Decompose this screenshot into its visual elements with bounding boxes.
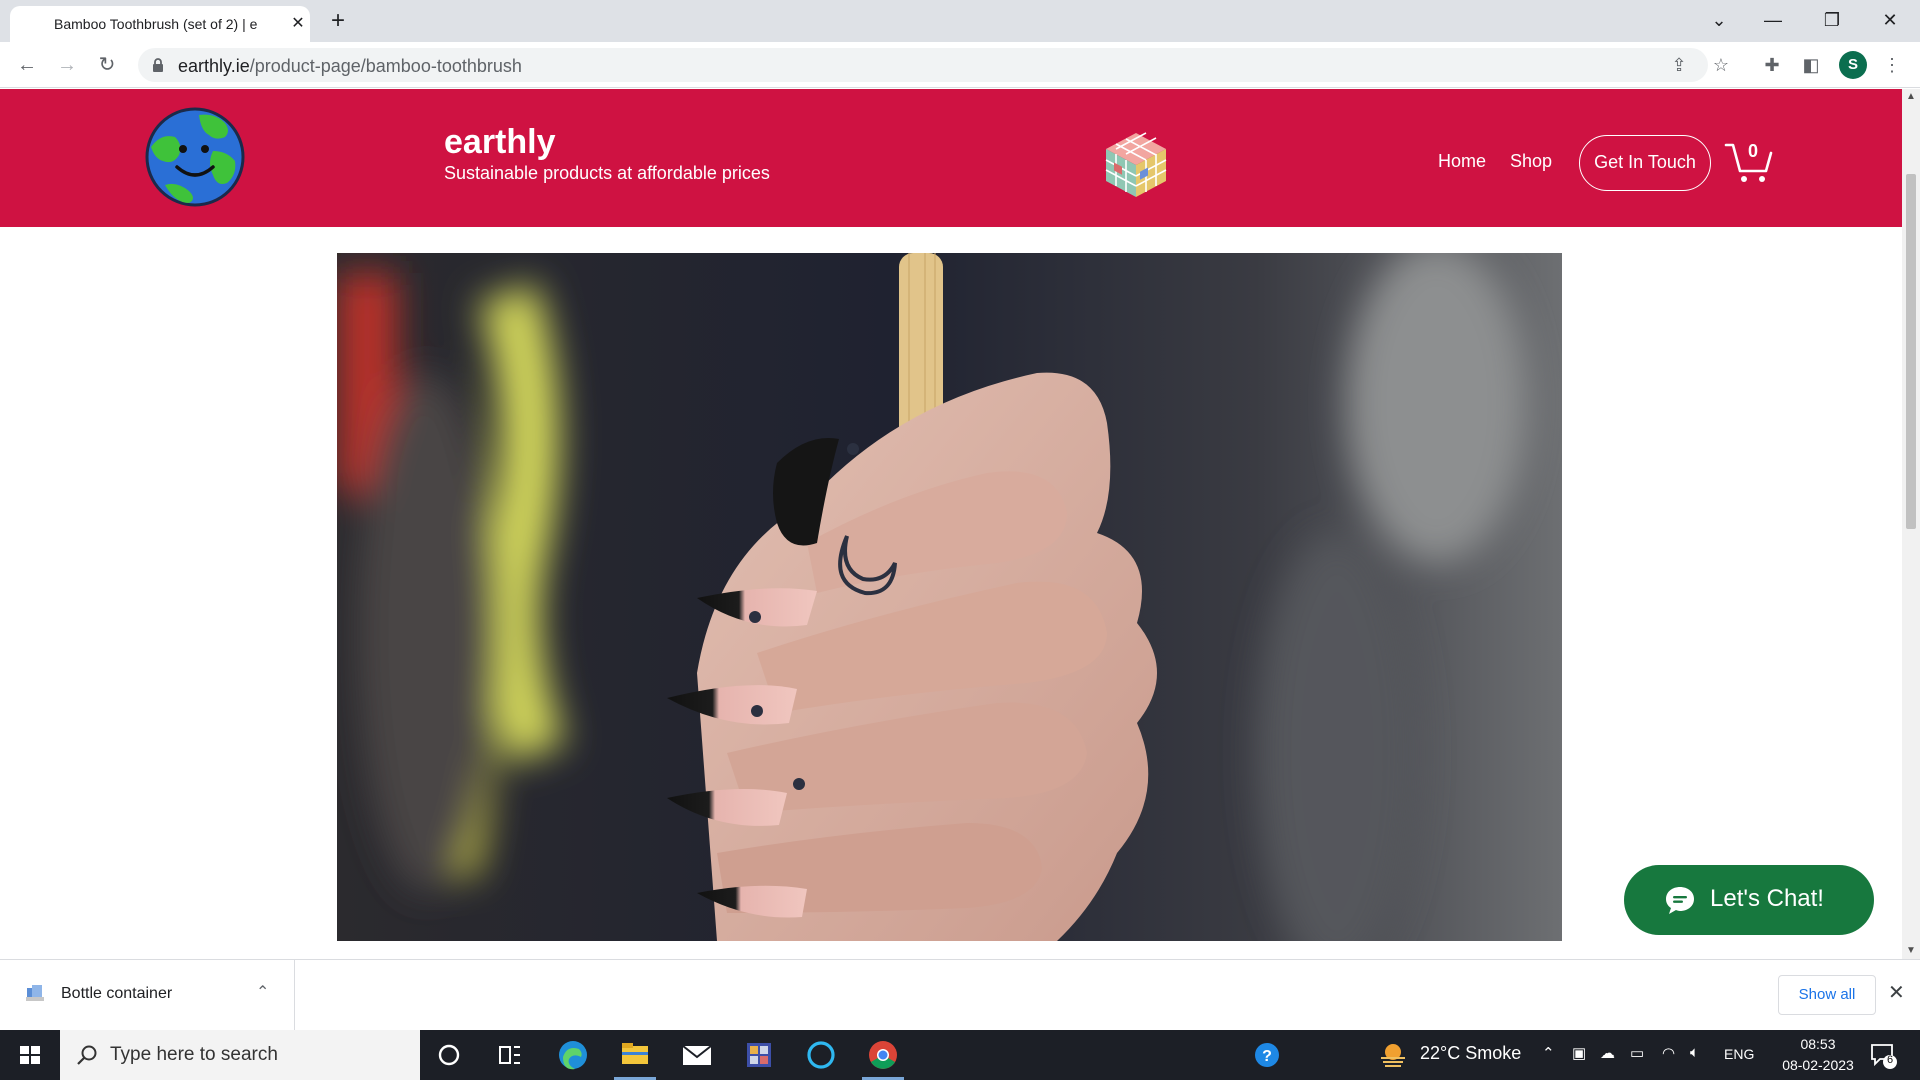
weather-text[interactable]: 22°C Smoke [1420, 1043, 1521, 1064]
lock-icon [153, 58, 163, 72]
url-path: /product-page/bamboo-toothbrush [249, 56, 522, 76]
mail-icon[interactable] [668, 1030, 726, 1080]
battery-icon[interactable]: ▭ [1630, 1044, 1644, 1062]
reload-icon[interactable]: ↻ [92, 50, 122, 80]
svg-text:?: ? [1262, 1048, 1272, 1065]
new-tab-button[interactable]: + [325, 8, 351, 34]
address-bar[interactable]: earthly.ie/product-page/bamboo-toothbrus… [138, 48, 1729, 82]
language-indicator[interactable]: ENG [1724, 1046, 1754, 1062]
alexa-icon[interactable] [792, 1030, 850, 1080]
download-bar: Bottle container ⌃ Show all ✕ [0, 959, 1920, 1030]
restore-button[interactable]: ❐ [1812, 4, 1852, 36]
window-close-button[interactable]: ✕ [1870, 4, 1910, 36]
brand-name[interactable]: earthly [444, 123, 556, 162]
wifi-icon[interactable]: ◠ [1662, 1044, 1675, 1062]
url-domain: earthly.ie [178, 56, 250, 76]
windows-taskbar: Type here to search ? 22°C Smoke ⌃ ▣ ☁ ▭… [0, 1030, 1920, 1080]
chat-bubble-icon [1666, 887, 1694, 914]
nav-home-link[interactable]: Home [1438, 151, 1486, 172]
browser-toolbar: ← → ↻ earthly.ie/product-page/bamboo-too… [0, 42, 1920, 88]
chevron-up-icon[interactable]: ⌃ [256, 982, 269, 1002]
tray-chevron-up-icon[interactable]: ⌃ [1542, 1044, 1555, 1062]
chat-label: Let's Chat! [1710, 885, 1824, 912]
task-view-icon[interactable] [480, 1030, 538, 1080]
clock-date[interactable]: 08-02-2023 [1766, 1057, 1870, 1073]
tray-onedrive-icon[interactable]: ☁ [1600, 1044, 1615, 1062]
weather-haze-icon[interactable] [1378, 1042, 1408, 1068]
side-panel-icon[interactable]: ◧ [1797, 51, 1825, 79]
chrome-icon[interactable] [854, 1030, 912, 1080]
earth-logo-icon[interactable] [143, 105, 247, 209]
cart-count-badge: 0 [1747, 141, 1758, 161]
bookmark-star-icon[interactable]: ☆ [1710, 54, 1732, 76]
browser-tab-bar: Bamboo Toothbrush (set of 2) | e ✕ + ⌄ —… [0, 0, 1920, 42]
site-header: earthly Sustainable products at affordab… [0, 89, 1902, 227]
file-explorer-icon[interactable] [606, 1030, 664, 1080]
help-icon[interactable]: ? [1238, 1030, 1296, 1080]
volume-icon[interactable]: 🔈︎ [1690, 1044, 1699, 1061]
browser-tab-active[interactable]: Bamboo Toothbrush (set of 2) | e ✕ [10, 6, 310, 42]
brand-tagline: Sustainable products at affordable price… [444, 163, 770, 183]
notifications-icon[interactable]: 6 [1868, 1040, 1898, 1070]
scroll-down-icon[interactable]: ▼ [1902, 943, 1920, 959]
download-item[interactable]: Bottle container ⌃ [0, 960, 295, 1030]
download-bar-close-icon[interactable]: ✕ [1888, 980, 1905, 1005]
show-all-button[interactable]: Show all [1778, 975, 1876, 1015]
product-photo [337, 253, 1562, 941]
file-icon [26, 985, 44, 1001]
profile-avatar[interactable]: S [1839, 51, 1867, 79]
tab-close-icon[interactable]: ✕ [288, 14, 308, 34]
photos-app-icon[interactable] [730, 1030, 788, 1080]
edge-browser-icon[interactable] [544, 1030, 602, 1080]
search-placeholder: Type here to search [110, 1044, 278, 1065]
lets-chat-button[interactable]: Let's Chat! [1624, 865, 1874, 935]
search-icon [77, 1045, 97, 1065]
tab-title: Bamboo Toothbrush (set of 2) | e [54, 16, 258, 32]
page-viewport: earthly Sustainable products at affordab… [0, 89, 1902, 959]
download-file-name: Bottle container [61, 985, 173, 1002]
forward-icon[interactable]: → [52, 50, 82, 80]
clock-time[interactable]: 08:53 [1790, 1036, 1846, 1052]
notifications-count: 6 [1886, 1054, 1894, 1066]
get-in-touch-button[interactable]: Get In Touch [1579, 135, 1711, 191]
extensions-icon[interactable]: ✚ [1758, 51, 1786, 79]
tab-search-icon[interactable]: ⌄ [1699, 4, 1739, 36]
back-icon[interactable]: ← [12, 50, 42, 80]
taskbar-search-box[interactable]: Type here to search [60, 1030, 420, 1080]
scroll-thumb[interactable] [1906, 174, 1916, 529]
scroll-up-icon[interactable]: ▲ [1902, 89, 1920, 105]
browser-menu-icon[interactable]: ⋮ [1878, 51, 1906, 79]
nav-shop-link[interactable]: Shop [1510, 151, 1552, 172]
tray-device-icon[interactable]: ▣ [1572, 1044, 1586, 1062]
url-text: earthly.ie/product-page/bamboo-toothbrus… [178, 56, 522, 77]
windows-start-icon[interactable] [0, 1030, 60, 1080]
cart-button[interactable]: 0 [1724, 139, 1774, 185]
minimize-button[interactable]: — [1753, 4, 1793, 36]
cortana-icon[interactable] [420, 1030, 478, 1080]
share-icon[interactable]: ⇪ [1668, 54, 1690, 76]
rubiks-cube-icon [1105, 132, 1167, 197]
page-scrollbar[interactable]: ▲ ▼ [1902, 89, 1920, 959]
